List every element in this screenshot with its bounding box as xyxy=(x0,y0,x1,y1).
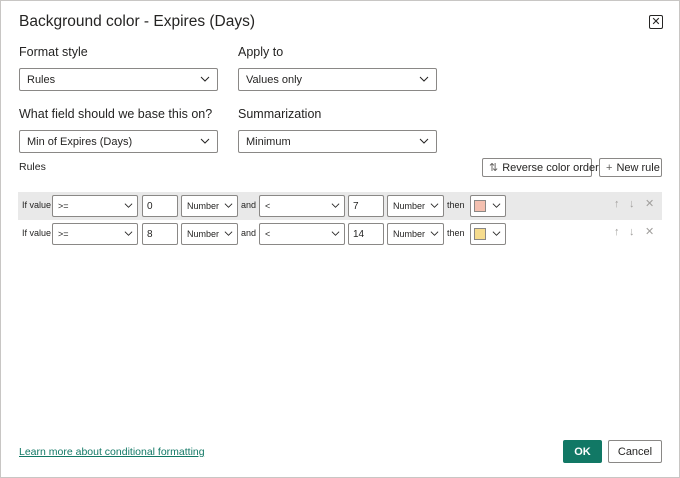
color-picker-dropdown[interactable] xyxy=(470,195,506,217)
format-style-dropdown[interactable]: Rules xyxy=(19,68,218,91)
plus-icon: + xyxy=(606,161,613,174)
value-input[interactable]: 8 xyxy=(142,223,178,245)
arrow-up-icon[interactable]: ↑ xyxy=(614,199,620,210)
arrow-down-icon[interactable]: ↓ xyxy=(629,199,635,210)
type-dropdown[interactable]: Number xyxy=(181,223,238,245)
operator-value: < xyxy=(265,201,271,211)
apply-to-dropdown[interactable]: Values only xyxy=(238,68,437,91)
operator-dropdown[interactable]: < xyxy=(259,223,345,245)
ok-button[interactable]: OK xyxy=(563,440,602,463)
color-swatch xyxy=(474,200,486,212)
base-field-dropdown[interactable]: Min of Expires (Days) xyxy=(19,130,218,153)
summarization-label: Summarization xyxy=(238,107,322,121)
reverse-color-order-button[interactable]: ⇅ Reverse color order xyxy=(482,158,599,177)
delete-rule-icon[interactable]: ✕ xyxy=(645,199,654,210)
delete-rule-icon[interactable]: ✕ xyxy=(645,227,654,238)
chevron-down-icon xyxy=(492,203,501,208)
value-input[interactable]: 14 xyxy=(348,223,384,245)
operator-value: >= xyxy=(58,229,69,239)
operator-dropdown[interactable]: >= xyxy=(52,195,138,217)
operator-value: >= xyxy=(58,201,69,211)
chevron-down-icon xyxy=(430,231,439,236)
conditional-formatting-dialog: Background color - Expires (Days) ✕ Form… xyxy=(0,0,680,478)
cancel-button[interactable]: Cancel xyxy=(608,440,662,463)
base-field-label: What field should we base this on? xyxy=(19,107,213,121)
color-picker-dropdown[interactable] xyxy=(470,223,506,245)
value-text: 8 xyxy=(147,228,153,240)
chevron-down-icon xyxy=(224,203,233,208)
operator-value: < xyxy=(265,229,271,239)
base-field-value: Min of Expires (Days) xyxy=(27,135,133,148)
chevron-down-icon xyxy=(419,138,429,144)
summarization-dropdown[interactable]: Minimum xyxy=(238,130,437,153)
type-value: Number xyxy=(187,201,220,211)
operator-dropdown[interactable]: < xyxy=(259,195,345,217)
type-dropdown[interactable]: Number xyxy=(387,223,444,245)
chevron-down-icon xyxy=(124,203,133,208)
close-icon: ✕ xyxy=(651,15,661,28)
value-text: 7 xyxy=(353,200,359,212)
chevron-down-icon xyxy=(224,231,233,236)
new-rule-label: New rule xyxy=(616,161,660,174)
format-style-label: Format style xyxy=(19,45,88,59)
type-value: Number xyxy=(393,229,426,239)
type-value: Number xyxy=(187,229,220,239)
rules-label: Rules xyxy=(19,161,46,173)
chevron-down-icon xyxy=(331,203,340,208)
and-label: and xyxy=(241,228,257,238)
then-label: then xyxy=(447,228,465,238)
rule-row: If value >= 8 Number and < 14 Number the… xyxy=(18,220,662,248)
apply-to-value: Values only xyxy=(246,73,303,86)
chevron-down-icon xyxy=(419,76,429,82)
chevron-down-icon xyxy=(124,231,133,236)
chevron-down-icon xyxy=(200,138,210,144)
value-text: 0 xyxy=(147,200,153,212)
chevron-down-icon xyxy=(331,231,340,236)
if-value-label: If value xyxy=(22,228,52,238)
type-dropdown[interactable]: Number xyxy=(387,195,444,217)
apply-to-label: Apply to xyxy=(238,45,284,59)
type-value: Number xyxy=(393,201,426,211)
and-label: and xyxy=(241,200,257,210)
chevron-down-icon xyxy=(492,231,501,236)
color-swatch xyxy=(474,228,486,240)
new-rule-button[interactable]: + New rule xyxy=(599,158,662,177)
summarization-value: Minimum xyxy=(246,135,291,148)
learn-more-link[interactable]: Learn more about conditional formatting xyxy=(19,446,205,458)
chevron-down-icon xyxy=(430,203,439,208)
format-style-value: Rules xyxy=(27,73,56,86)
reverse-color-order-label: Reverse color order xyxy=(502,161,599,174)
type-dropdown[interactable]: Number xyxy=(181,195,238,217)
chevron-down-icon xyxy=(200,76,210,82)
value-text: 14 xyxy=(353,228,365,240)
arrow-up-icon[interactable]: ↑ xyxy=(614,227,620,238)
operator-dropdown[interactable]: >= xyxy=(52,223,138,245)
then-label: then xyxy=(447,200,465,210)
value-input[interactable]: 7 xyxy=(348,195,384,217)
if-value-label: If value xyxy=(22,200,52,210)
value-input[interactable]: 0 xyxy=(142,195,178,217)
rule-row: If value >= 0 Number and < 7 Number then xyxy=(18,192,662,220)
arrow-down-icon[interactable]: ↓ xyxy=(629,227,635,238)
dialog-title: Background color - Expires (Days) xyxy=(19,13,256,30)
close-button[interactable]: ✕ xyxy=(649,15,663,29)
sort-arrows-icon: ⇅ xyxy=(489,162,499,174)
